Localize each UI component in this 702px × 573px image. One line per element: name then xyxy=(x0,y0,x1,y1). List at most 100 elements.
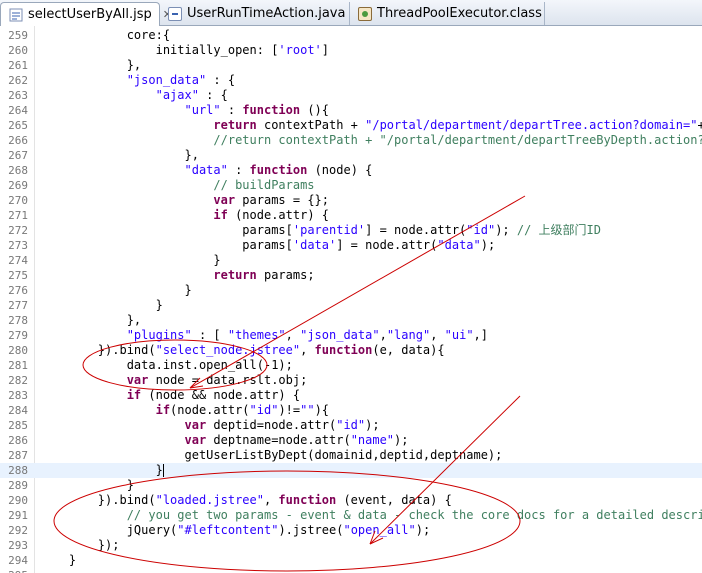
code-text: var node = data.rslt.obj; xyxy=(40,373,308,388)
code-token: } xyxy=(40,478,134,492)
code-line[interactable]: 276 } xyxy=(0,283,702,298)
code-line[interactable]: 266 //return contextPath + "/portal/depa… xyxy=(0,133,702,148)
class-file-icon xyxy=(358,6,372,21)
code-token: data.inst.open_all(-1); xyxy=(40,358,293,372)
code-text: "data" : function (node) { xyxy=(40,163,373,178)
line-number: 278 xyxy=(8,314,28,327)
code-token: } xyxy=(40,553,77,567)
code-token: var xyxy=(213,193,236,207)
code-token: var xyxy=(184,433,207,447)
code-token: "/portal/department/departTree.action?do… xyxy=(365,118,698,132)
code-token: } xyxy=(40,463,163,477)
code-line[interactable]: 264 "url" : function (){ xyxy=(0,103,702,118)
code-token: ,] xyxy=(473,328,488,342)
code-token: function xyxy=(314,343,373,357)
code-line[interactable]: 269 // buildParams xyxy=(0,178,702,193)
code-token: "url" xyxy=(184,103,221,117)
code-line[interactable]: 278 }, xyxy=(0,313,702,328)
code-line[interactable]: 286 var deptname=node.attr("name"); xyxy=(0,433,702,448)
code-token: "data" xyxy=(437,238,481,252)
code-line[interactable]: 290 }).bind("loaded.jstree", function (e… xyxy=(0,493,702,508)
code-editor[interactable]: 259 core:{260 initially_open: ['root'] 26… xyxy=(0,26,702,573)
line-number: 292 xyxy=(8,524,28,537)
code-token: "themes" xyxy=(227,328,286,342)
code-token: 'data' xyxy=(292,238,337,252)
code-line[interactable]: 284 if(node.attr("id")!=""){ xyxy=(0,403,702,418)
code-line[interactable]: 293 }); xyxy=(0,538,702,553)
code-text: } xyxy=(40,283,191,298)
code-line[interactable]: 291 // you get two params - event & data… xyxy=(0,508,702,523)
line-number: 281 xyxy=(8,359,28,372)
code-line[interactable]: 275 return params; xyxy=(0,268,702,283)
code-token: 'root' xyxy=(278,43,322,57)
code-text: if (node && node.attr) { xyxy=(40,388,300,403)
code-token: if xyxy=(155,403,171,417)
code-token: (node) { xyxy=(307,163,373,177)
line-number: 262 xyxy=(8,74,28,87)
code-text: var params = {}; xyxy=(40,193,329,208)
code-token: node = data.rslt.obj; xyxy=(148,373,308,387)
line-number: 280 xyxy=(8,344,28,357)
code-line[interactable]: 262 "json_data" : { xyxy=(0,73,702,88)
code-line[interactable]: 263 "ajax" : { xyxy=(0,88,702,103)
code-line[interactable]: 267 }, xyxy=(0,148,702,163)
code-line[interactable]: 295 xyxy=(0,568,702,573)
code-line[interactable]: 287 getUserListByDept(domainid,deptid,de… xyxy=(0,448,702,463)
line-number: 283 xyxy=(8,389,28,402)
tab-selectuserbyall-jsp[interactable]: selectUserByAll.jsp ✕ xyxy=(0,2,172,26)
code-token: }).bind( xyxy=(40,343,156,357)
code-token: "data" xyxy=(184,163,228,177)
code-line[interactable]: 289 } xyxy=(0,478,702,493)
line-number: 279 xyxy=(8,329,28,342)
code-token: var xyxy=(126,373,149,387)
code-text: if (node.attr) { xyxy=(40,208,329,223)
code-line[interactable]: 261 }, xyxy=(0,58,702,73)
code-token: , xyxy=(263,493,279,507)
code-token: ); xyxy=(394,433,409,447)
line-number: 291 xyxy=(8,509,28,522)
code-line[interactable]: 285 var deptid=node.attr("id"); xyxy=(0,418,702,433)
code-token: initially_open: [ xyxy=(40,43,279,57)
code-line[interactable]: 294 } xyxy=(0,553,702,568)
code-line[interactable]: 283 if (node && node.attr) { xyxy=(0,388,702,403)
code-line[interactable]: 277 } xyxy=(0,298,702,313)
code-line[interactable]: 272 params['parentid'] = node.attr("id")… xyxy=(0,223,702,238)
tab-threadpoolexecutor-class[interactable]: ThreadPoolExecutor.class xyxy=(350,2,545,25)
code-line[interactable]: 292 jQuery("#leftcontent").jstree("open_… xyxy=(0,523,702,538)
code-line[interactable]: 280 }).bind("select_node.jstree", functi… xyxy=(0,343,702,358)
code-token: ){ xyxy=(314,403,330,417)
code-token: "select_node.jstree" xyxy=(155,343,301,357)
code-token: return xyxy=(213,118,257,132)
code-token: , xyxy=(430,328,445,342)
line-number: 274 xyxy=(8,254,28,267)
code-text: "json_data" : { xyxy=(40,73,235,88)
code-line[interactable]: 274 } xyxy=(0,253,702,268)
code-line[interactable]: 260 initially_open: ['root'] xyxy=(0,43,702,58)
code-text: jQuery("#leftcontent").jstree("open_all"… xyxy=(40,523,430,538)
code-token: "id" xyxy=(336,418,366,432)
code-line[interactable]: 282 var node = data.rslt.obj; xyxy=(0,373,702,388)
line-number: 265 xyxy=(8,119,28,132)
code-line[interactable]: 268 "data" : function (node) { xyxy=(0,163,702,178)
code-line[interactable]: 281 data.inst.open_all(-1); xyxy=(0,358,702,373)
line-number: 264 xyxy=(8,104,28,117)
code-line[interactable]: 271 if (node.attr) { xyxy=(0,208,702,223)
code-line[interactable]: 259 core:{ xyxy=(0,28,702,43)
code-line[interactable]: 270 var params = {}; xyxy=(0,193,702,208)
tab-userruntimeaction-java[interactable]: UserRunTimeAction.java xyxy=(160,2,350,25)
code-token: "id" xyxy=(249,403,279,417)
code-line[interactable]: 288 } xyxy=(0,463,702,478)
code-text: "plugins" : [ "themes", "json_data","lan… xyxy=(40,328,488,343)
code-line[interactable]: 273 params['data'] = node.attr("data"); xyxy=(0,238,702,253)
line-number: 288 xyxy=(8,464,28,477)
code-line[interactable]: 265 return contextPath + "/portal/depart… xyxy=(0,118,702,133)
code-line[interactable]: 279 "plugins" : [ "themes", "json_data",… xyxy=(0,328,702,343)
code-text: }, xyxy=(40,58,141,73)
tab-label: ThreadPoolExecutor.class xyxy=(377,6,542,21)
